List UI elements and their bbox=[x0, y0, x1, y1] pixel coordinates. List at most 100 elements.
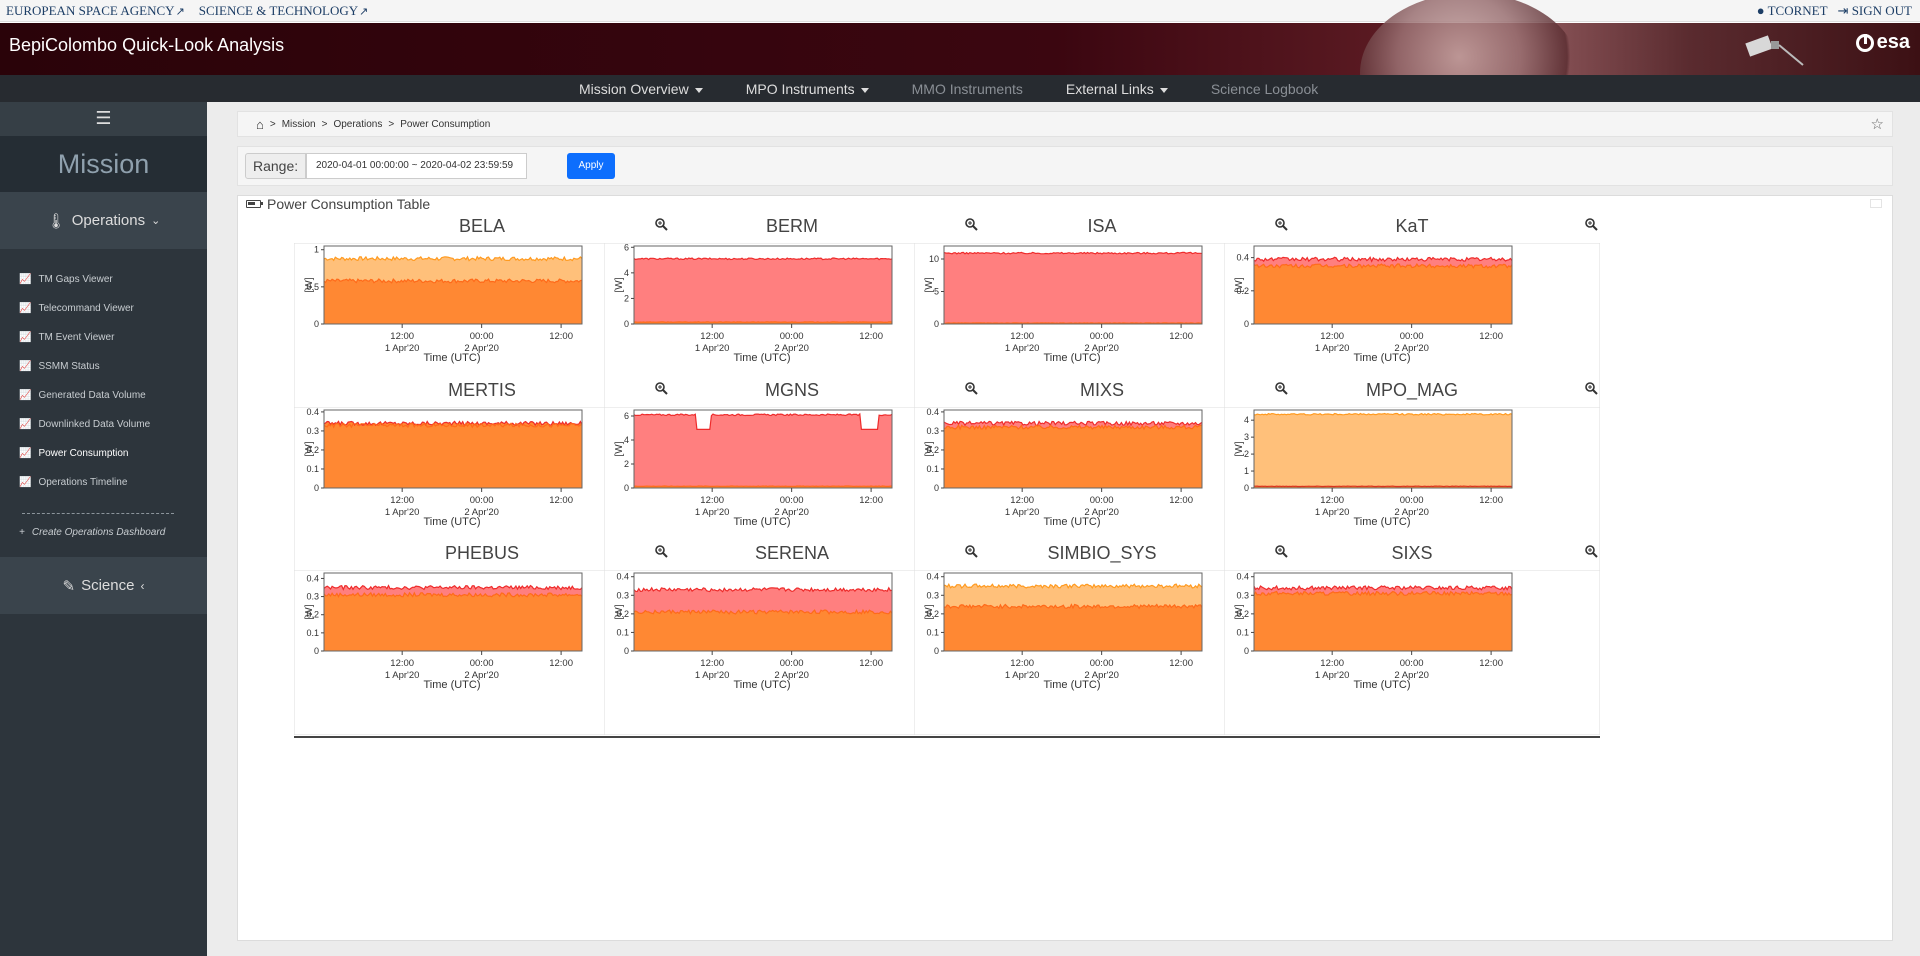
favorite-star-icon[interactable]: ☆ bbox=[1871, 115, 1884, 133]
sidebar-item-label: SSMM Status bbox=[38, 361, 100, 372]
magic-wand-icon: ✎ bbox=[62, 577, 76, 595]
x-tick-label: 12:00 bbox=[1169, 331, 1193, 342]
x-axis-label: Time (UTC) bbox=[423, 679, 480, 691]
sidebar-item-telecommand-viewer[interactable]: 📈 Telecommand Viewer bbox=[19, 303, 134, 314]
x-date-label: 1 Apr'20 bbox=[1005, 670, 1040, 681]
sign-out-link[interactable]: ⇥ SIGN OUT bbox=[1838, 3, 1912, 19]
y-tick-label: 0 bbox=[314, 319, 319, 329]
science-menu-toggle[interactable]: ✎ Science ‹ bbox=[0, 557, 207, 614]
external-link-icon: ↗ bbox=[175, 6, 185, 18]
x-tick-label: 12:00 bbox=[1010, 658, 1034, 669]
zoom-in-icon[interactable] bbox=[1585, 218, 1598, 236]
x-tick-label: 00:00 bbox=[1090, 658, 1114, 669]
science-label: Science bbox=[81, 577, 135, 594]
nav-science-logbook[interactable]: Science Logbook bbox=[1211, 81, 1318, 97]
y-tick-label: 0.3 bbox=[1236, 590, 1249, 600]
main-navbar: Mission Overview MPO Instruments MMO Ins… bbox=[0, 75, 1920, 102]
sidebar-item-downlinked-data-volume[interactable]: 📈 Downlinked Data Volume bbox=[19, 419, 150, 430]
series-base-area bbox=[324, 423, 582, 488]
y-tick-label: 0.4 bbox=[926, 572, 939, 582]
x-axis-label: Time (UTC) bbox=[1043, 516, 1100, 528]
y-axis-label: [W] bbox=[924, 604, 935, 619]
y-tick-label: 0 bbox=[624, 646, 629, 656]
operations-menu-toggle[interactable]: 🌡 Operations ⌄ bbox=[0, 192, 207, 249]
power-consumption-panel: Power Consumption Table BELA 0 0.5 1 [W] 12:0… bbox=[237, 195, 1893, 941]
caret-down-icon bbox=[860, 87, 869, 93]
line-chart-icon: 📈 bbox=[19, 332, 32, 343]
x-axis-label: Time (UTC) bbox=[1353, 352, 1410, 364]
zoom-in-icon[interactable] bbox=[1585, 382, 1598, 400]
nav-mission-overview[interactable]: Mission Overview bbox=[579, 81, 703, 97]
x-tick-label: 12:00 bbox=[549, 331, 573, 342]
nav-label: MPO Instruments bbox=[745, 81, 855, 97]
line-chart-icon: 📈 bbox=[19, 303, 32, 314]
breadcrumb-mission[interactable]: Mission bbox=[282, 119, 316, 130]
collapse-icon[interactable] bbox=[1870, 199, 1882, 208]
sidebar-item-tm-gaps-viewer[interactable]: 📈 TM Gaps Viewer bbox=[19, 274, 113, 285]
y-axis-label: [W] bbox=[924, 441, 935, 456]
app-title[interactable]: BepiColombo Quick-Look Analysis bbox=[9, 35, 284, 56]
user-link[interactable]: ● TCORNET bbox=[1757, 3, 1828, 19]
y-axis-label: [W] bbox=[1234, 441, 1245, 456]
sidebar-item-operations-timeline[interactable]: 📈 Operations Timeline bbox=[19, 477, 127, 488]
esa-link[interactable]: EUROPEAN SPACE AGENCY↗ bbox=[6, 3, 185, 19]
y-tick-label: 0 bbox=[934, 319, 939, 329]
create-dashboard-label: Create Operations Dashboard bbox=[31, 527, 166, 538]
scitech-link[interactable]: SCIENCE & TECHNOLOGY↗ bbox=[199, 3, 369, 19]
home-icon[interactable]: ⌂ bbox=[256, 117, 264, 132]
series-base-line bbox=[943, 322, 1203, 324]
apply-button[interactable]: Apply bbox=[567, 153, 615, 179]
sidebar-item-ssmm-status[interactable]: 📈 SSMM Status bbox=[19, 361, 100, 372]
sidebar-toggle-hamburger-icon[interactable]: ☰ bbox=[0, 102, 207, 136]
y-tick-label: 0 bbox=[934, 646, 939, 656]
zoom-in-icon[interactable] bbox=[1585, 545, 1598, 563]
sidebar-item-power-consumption[interactable]: 📈 Power Consumption bbox=[19, 448, 129, 459]
series-base-area bbox=[1254, 264, 1512, 324]
y-tick-label: 0.4 bbox=[1236, 572, 1249, 582]
breadcrumb-operations[interactable]: Operations bbox=[333, 119, 382, 130]
x-tick-label: 12:00 bbox=[700, 331, 724, 342]
esa-logo[interactable]: esa bbox=[1855, 31, 1910, 54]
scitech-link-label: SCIENCE & TECHNOLOGY bbox=[198, 3, 359, 18]
x-tick-label: 12:00 bbox=[1479, 331, 1503, 342]
nav-mpo-instruments[interactable]: MPO Instruments bbox=[746, 81, 869, 97]
y-tick-label: 0 bbox=[624, 319, 629, 329]
sign-out-label: SIGN OUT bbox=[1851, 3, 1912, 18]
x-tick-label: 12:00 bbox=[390, 658, 414, 669]
x-tick-label: 12:00 bbox=[1320, 658, 1344, 669]
y-tick-label: 0.4 bbox=[926, 407, 939, 417]
x-tick-label: 00:00 bbox=[1400, 658, 1424, 669]
line-chart-icon: 📈 bbox=[19, 361, 32, 372]
y-tick-label: 0 bbox=[1244, 646, 1249, 656]
sidebar-item-generated-data-volume[interactable]: 📈 Generated Data Volume bbox=[19, 390, 146, 401]
sidebar-item-tm-event-viewer[interactable]: 📈 TM Event Viewer bbox=[19, 332, 114, 343]
x-tick-label: 00:00 bbox=[470, 495, 494, 506]
x-axis-label: Time (UTC) bbox=[423, 516, 480, 528]
nav-external-links[interactable]: External Links bbox=[1066, 81, 1168, 97]
line-chart-icon: 📈 bbox=[19, 274, 32, 285]
y-tick-label: 0.3 bbox=[306, 426, 319, 436]
series-total-area bbox=[1254, 413, 1512, 488]
date-range-input[interactable]: 2020-04-01 00:00:00 ~ 2020-04-02 23:59:5… bbox=[306, 153, 527, 179]
x-tick-label: 00:00 bbox=[780, 658, 804, 669]
create-dashboard-link[interactable]: + Create Operations Dashboard bbox=[19, 527, 165, 538]
x-date-label: 1 Apr'20 bbox=[1005, 343, 1040, 354]
x-tick-label: 12:00 bbox=[1010, 495, 1034, 506]
y-axis-label: [W] bbox=[1234, 604, 1245, 619]
nav-mmo-instruments[interactable]: MMO Instruments bbox=[912, 81, 1023, 97]
series-base-area bbox=[634, 610, 892, 651]
series-base-line bbox=[633, 321, 893, 323]
y-tick-label: 0.3 bbox=[306, 592, 319, 602]
x-tick-label: 12:00 bbox=[1169, 658, 1193, 669]
panel-header: Power Consumption Table bbox=[238, 196, 1892, 214]
x-axis-label: Time (UTC) bbox=[423, 352, 480, 364]
x-axis-label: Time (UTC) bbox=[733, 352, 790, 364]
x-axis-label: Time (UTC) bbox=[1043, 352, 1100, 364]
sidebar-item-label: Power Consumption bbox=[38, 448, 129, 459]
user-name: TCORNET bbox=[1767, 3, 1828, 18]
x-tick-label: 12:00 bbox=[700, 495, 724, 506]
x-date-label: 1 Apr'20 bbox=[385, 343, 420, 354]
x-date-label: 1 Apr'20 bbox=[385, 507, 420, 518]
user-icon: ● bbox=[1756, 3, 1765, 18]
menu-divider bbox=[22, 513, 174, 514]
